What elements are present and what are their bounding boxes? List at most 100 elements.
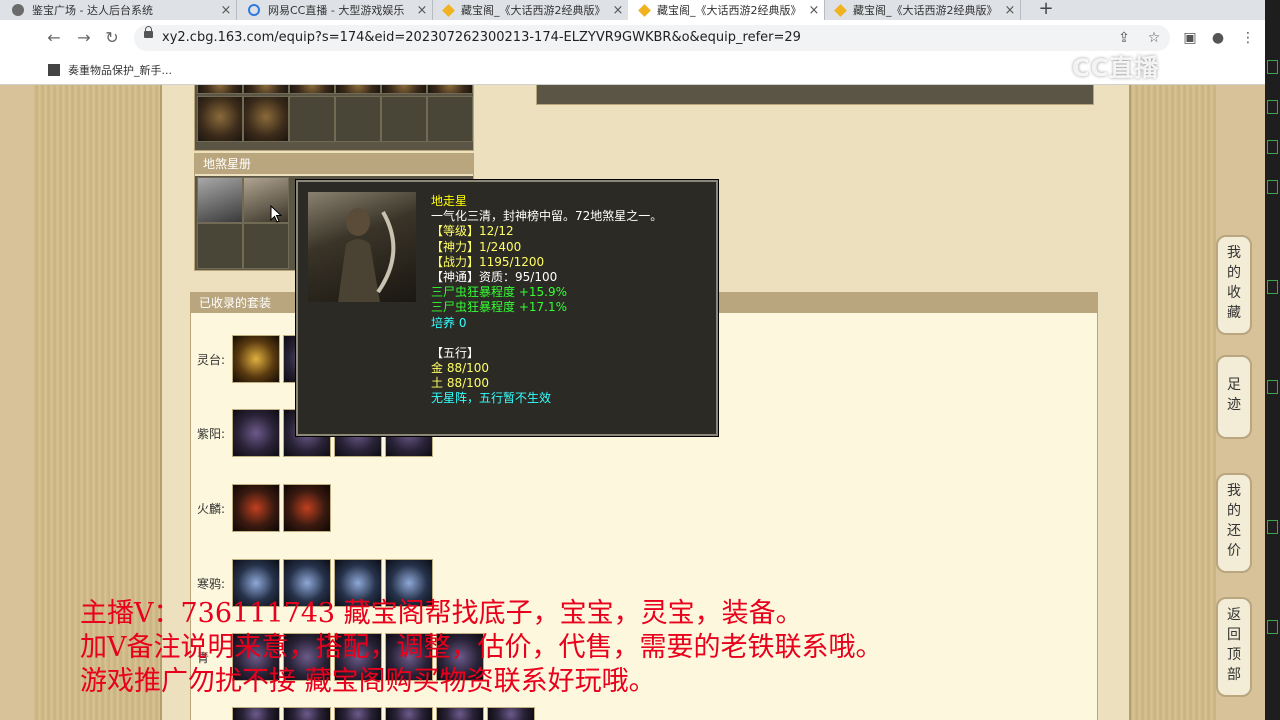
tooltip-wuxing-title: 【五行】 bbox=[431, 345, 480, 360]
footprint-button[interactable]: 足迹 bbox=[1216, 355, 1252, 439]
tooltip-wuxing-note: 无星阵，五行暂不生效 bbox=[431, 391, 552, 406]
address-bar[interactable]: xy2.cbg.163.com/equip?s=174&eid=20230726… bbox=[134, 25, 1170, 51]
item-slot[interactable] bbox=[289, 85, 335, 94]
item-slot[interactable] bbox=[197, 85, 243, 94]
empty-slot bbox=[289, 96, 335, 142]
strip-marker bbox=[1267, 100, 1278, 114]
bookmark-label: 奏重物品保护_新手... bbox=[68, 64, 172, 77]
tab-cbg-active[interactable]: 藏宝阁_《大话西游2经典版》 × bbox=[628, 0, 825, 20]
star-slot-2[interactable] bbox=[243, 177, 289, 223]
item-grid-top bbox=[194, 85, 474, 151]
menu-icon[interactable]: ⋮ bbox=[1236, 26, 1260, 50]
set-item-icon[interactable] bbox=[283, 707, 331, 720]
url-text[interactable]: xy2.cbg.163.com/equip?s=174&eid=20230726… bbox=[162, 30, 801, 45]
character-portrait bbox=[308, 192, 416, 302]
tooltip-power: 【神力】1/2400 bbox=[431, 239, 522, 254]
item-slot[interactable] bbox=[335, 85, 381, 94]
tab-cc-live[interactable]: 网易CC直播 - 大型游戏娱乐 × bbox=[236, 0, 433, 20]
forward-arrow-icon[interactable]: → bbox=[72, 26, 96, 50]
strip-marker bbox=[1267, 60, 1278, 74]
new-tab-button[interactable]: + bbox=[1036, 0, 1056, 20]
my-counteroffer-button[interactable]: 我的还价 bbox=[1216, 473, 1252, 573]
strip-marker bbox=[1267, 380, 1278, 394]
set-label: 寒鸦: bbox=[197, 577, 226, 591]
strip-marker bbox=[1267, 620, 1278, 634]
reload-icon[interactable]: ↻ bbox=[100, 26, 124, 50]
set-item-icon[interactable] bbox=[232, 335, 280, 383]
item-slot[interactable] bbox=[427, 85, 473, 94]
tab-cbg-1[interactable]: 藏宝阁_《大话西游2经典版》 × bbox=[432, 0, 629, 20]
back-to-top-button[interactable]: 返回顶部 bbox=[1216, 597, 1252, 697]
right-border-pattern bbox=[1128, 85, 1216, 720]
tab-jianbao[interactable]: 鉴宝广场 - 达人后台系统 × bbox=[0, 0, 237, 20]
mouse-cursor-icon bbox=[270, 205, 282, 223]
strip-marker bbox=[1267, 520, 1278, 534]
close-icon[interactable]: × bbox=[216, 3, 236, 18]
lock-icon bbox=[144, 26, 153, 38]
tooltip-spacer bbox=[431, 331, 662, 346]
tooltip-bonus-1: 三尸虫狂暴程度 +15.9% bbox=[431, 285, 567, 300]
star-panel-title: 地煞星册 bbox=[195, 154, 473, 174]
strip-marker bbox=[1267, 140, 1278, 154]
tooltip-star-name: 地走星 bbox=[431, 194, 468, 208]
set-item-icon[interactable] bbox=[283, 484, 331, 532]
bookmark-favicon-icon bbox=[48, 64, 60, 76]
set-label: 灵台: bbox=[197, 353, 226, 367]
globe-icon bbox=[12, 4, 24, 16]
cbg-logo-icon bbox=[442, 3, 455, 17]
side-nav: 我的收藏 足迹 我的还价 返回顶部 bbox=[1216, 85, 1265, 720]
item-slot[interactable] bbox=[243, 96, 289, 142]
strip-marker bbox=[1267, 280, 1278, 294]
set-row-huolin: 火麟: bbox=[191, 484, 1097, 532]
tooltip-metal: 金 88/100 bbox=[431, 361, 490, 376]
share-icon[interactable]: ⇪ bbox=[1112, 26, 1136, 50]
item-slot[interactable] bbox=[243, 85, 289, 94]
side-button-label: 我的收藏 bbox=[1227, 245, 1241, 321]
tooltip-bonus-2: 三尸虫狂暴程度 +17.1% bbox=[431, 300, 567, 315]
tooltip-description: 一气化三清，封神榜中留。72地煞星之一。 bbox=[431, 209, 663, 224]
set-label: 紫阳: bbox=[197, 427, 226, 441]
close-icon[interactable]: × bbox=[412, 3, 432, 18]
tooltip-earth: 土 88/100 bbox=[431, 376, 490, 391]
tab-label: 网易CC直播 - 大型游戏娱乐 bbox=[268, 4, 405, 17]
side-button-label: 返回顶部 bbox=[1227, 607, 1241, 683]
tab-label: 藏宝阁_《大话西游2经典版》 bbox=[657, 4, 802, 17]
set-item-icon[interactable] bbox=[232, 707, 280, 720]
side-button-label: 足迹 bbox=[1227, 377, 1241, 413]
star-tooltip: 地走星 一气化三清，封神榜中留。72地煞星之一。 【等级】12/12 【神力】1… bbox=[296, 180, 718, 436]
profile-icon[interactable]: ● bbox=[1206, 26, 1230, 50]
cbg-logo-icon bbox=[638, 3, 651, 17]
tab-label: 藏宝阁_《大话西游2经典版》 bbox=[461, 4, 606, 17]
set-row-next bbox=[191, 707, 1097, 720]
empty-slot bbox=[197, 223, 243, 269]
item-slot[interactable] bbox=[381, 85, 427, 94]
set-item-icon[interactable] bbox=[232, 409, 280, 457]
overlay-line-2: 加V备注说明来意，搭配，调整，估价，代售，需要的老铁联系哦。 bbox=[80, 632, 883, 663]
back-arrow-icon[interactable]: ← bbox=[42, 26, 66, 50]
cc-live-watermark: CC直播 bbox=[1072, 54, 1160, 82]
set-item-icon[interactable] bbox=[334, 707, 382, 720]
tooltip-cultivate: 培养 0 bbox=[431, 315, 467, 330]
tab-cbg-3[interactable]: 藏宝阁_《大话西游2经典版》 × bbox=[824, 0, 1021, 20]
close-icon[interactable]: × bbox=[608, 3, 628, 18]
tooltip-level: 【等级】12/12 bbox=[431, 224, 514, 239]
set-item-icon[interactable] bbox=[487, 707, 535, 720]
star-slot-1[interactable] bbox=[197, 177, 243, 223]
close-icon[interactable]: × bbox=[1000, 3, 1020, 18]
my-favorites-button[interactable]: 我的收藏 bbox=[1216, 235, 1252, 335]
set-item-icon[interactable] bbox=[436, 707, 484, 720]
close-icon[interactable]: × bbox=[804, 3, 824, 18]
item-slot[interactable] bbox=[197, 96, 243, 142]
warrior-figure-icon bbox=[338, 208, 396, 302]
sidepanel-icon[interactable]: ▣ bbox=[1178, 26, 1202, 50]
empty-slot bbox=[335, 96, 381, 142]
set-item-icon[interactable] bbox=[232, 484, 280, 532]
tab-label: 藏宝阁_《大话西游2经典版》 bbox=[853, 4, 998, 17]
tooltip-talent: 【神通】资质：95/100 bbox=[431, 269, 558, 284]
empty-slot bbox=[381, 96, 427, 142]
set-item-icon[interactable] bbox=[385, 707, 433, 720]
empty-slot bbox=[243, 223, 289, 269]
cbg-logo-icon bbox=[834, 3, 847, 17]
bookmark-item[interactable]: 奏重物品保护_新手... bbox=[48, 62, 172, 78]
star-icon[interactable]: ☆ bbox=[1142, 26, 1166, 50]
